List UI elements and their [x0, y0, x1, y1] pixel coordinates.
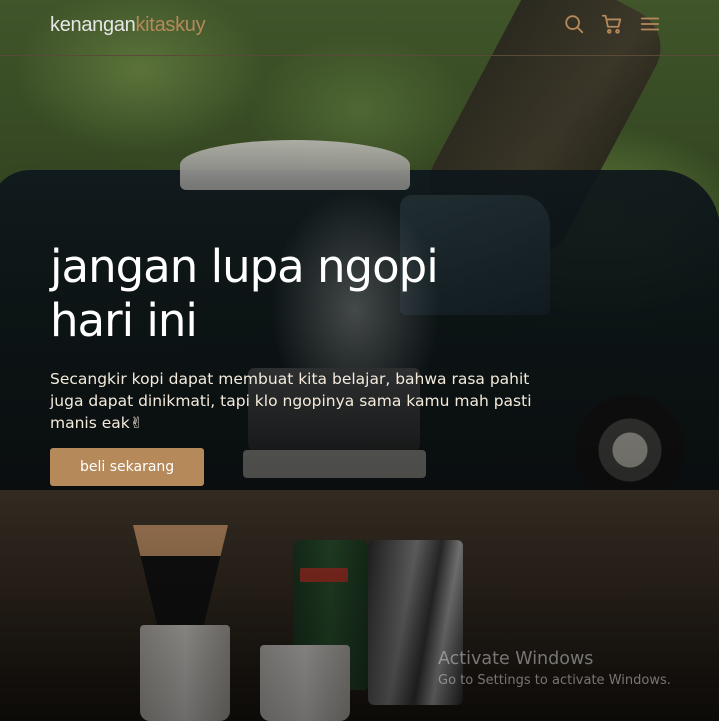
navbar: kenangankitaskuy — [0, 0, 719, 56]
hero-content: jangan lupa ngopi hari ini Secangkir kop… — [50, 240, 570, 486]
hero-title-line-2: hari ini — [50, 294, 198, 347]
activate-windows-watermark: Activate Windows Go to Settings to activ… — [438, 649, 671, 688]
hero-paragraph: Secangkir kopi dapat membuat kita belaja… — [50, 370, 532, 432]
buy-now-button[interactable]: beli sekarang — [50, 448, 205, 486]
activate-windows-subtitle: Go to Settings to activate Windows. — [438, 673, 671, 688]
logo-part-2: kitaskuy — [135, 14, 206, 36]
activate-windows-title: Activate Windows — [438, 649, 594, 669]
hero-title: jangan lupa ngopi hari ini — [50, 240, 570, 348]
nav-icons — [563, 13, 661, 35]
logo-part-1: kenangan — [50, 14, 136, 36]
hero-title-line-1: jangan lupa ngopi — [50, 240, 439, 293]
cart-icon[interactable] — [601, 13, 623, 35]
logo[interactable]: kenangankitaskuy — [50, 14, 206, 37]
search-icon[interactable] — [563, 13, 585, 35]
menu-icon[interactable] — [639, 13, 661, 35]
